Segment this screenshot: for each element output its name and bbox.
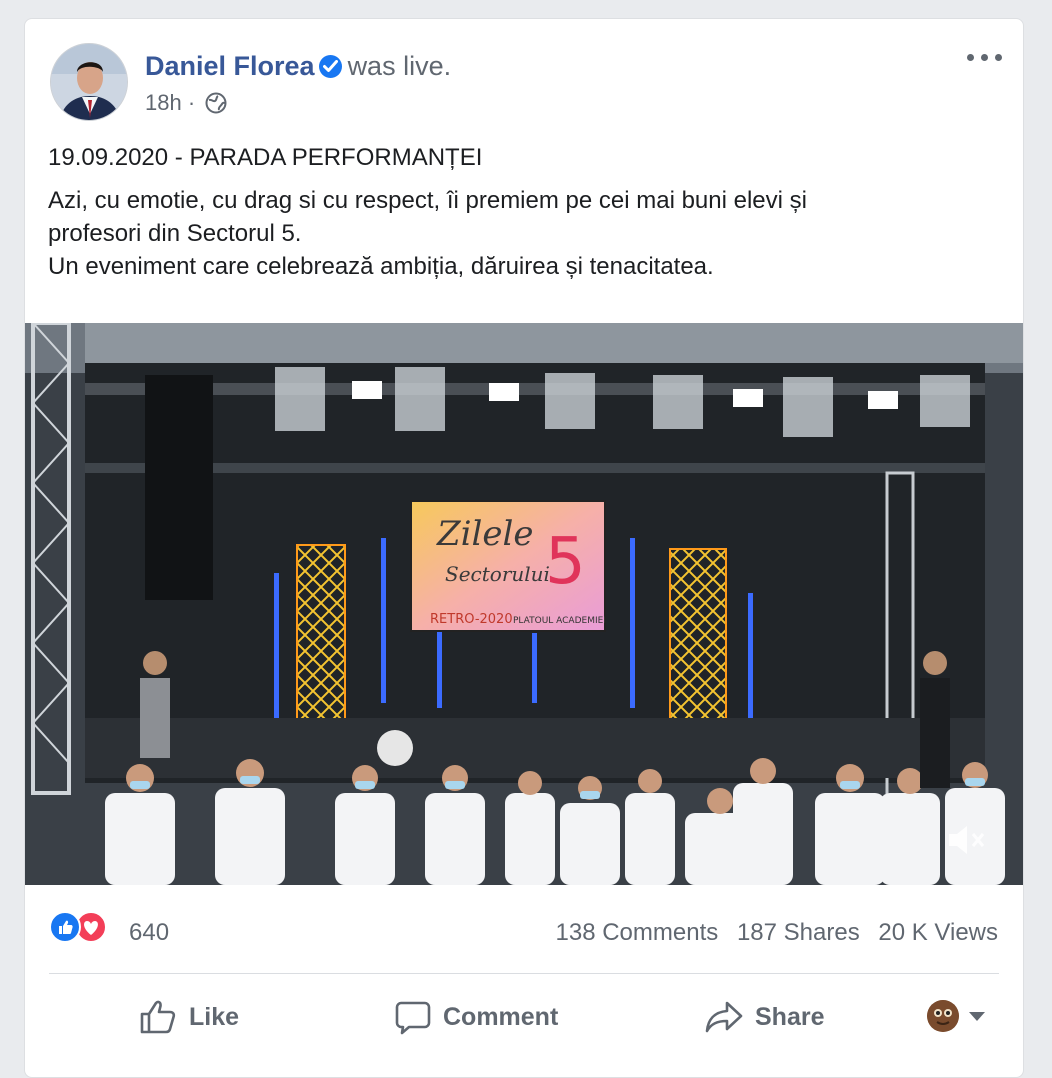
screen-retro: RETRO-2020 bbox=[430, 612, 513, 627]
post-body: Azi, cu emotie, cu drag si cu respect, î… bbox=[48, 184, 998, 283]
post-stats: 640 138 Comments 187 Shares 20 K Views bbox=[25, 885, 1023, 973]
reaction-profile-selector[interactable] bbox=[927, 999, 985, 1033]
post-body-line: profesori din Sectorul 5. bbox=[48, 220, 302, 247]
profile-avatar bbox=[927, 1000, 959, 1032]
post-time[interactable]: 18h bbox=[145, 90, 182, 115]
like-button[interactable]: Like bbox=[139, 997, 239, 1037]
dot bbox=[995, 54, 1002, 61]
video-frame: Zilele Sectorului 5 RETRO-2020 PLATOUL A… bbox=[25, 323, 1023, 885]
shares-count[interactable]: 187 Shares bbox=[737, 919, 860, 946]
author-name[interactable]: Daniel Florea bbox=[145, 51, 315, 81]
divider bbox=[49, 973, 999, 974]
like-reaction-icon bbox=[49, 911, 81, 943]
engagement-counts: 138 Comments 187 Shares 20 K Views bbox=[544, 919, 998, 947]
post-text: 19.09.2020 - PARADA PERFORMANȚEI Azi, cu… bbox=[48, 141, 998, 283]
post-actions: Like Comment Share bbox=[25, 975, 1023, 1055]
screen-subtitle: Sectorului bbox=[445, 562, 550, 586]
author-avatar[interactable] bbox=[50, 43, 128, 121]
views-count[interactable]: 20 K Views bbox=[878, 919, 998, 946]
dot bbox=[967, 54, 974, 61]
post-body-line: Azi, cu emotie, cu drag si cu respect, î… bbox=[48, 187, 807, 214]
share-button[interactable]: Share bbox=[705, 997, 824, 1037]
screen-title: Zilele bbox=[436, 514, 534, 554]
share-label: Share bbox=[755, 1002, 825, 1031]
muted-speaker-icon[interactable] bbox=[945, 822, 985, 863]
comment-icon bbox=[395, 1001, 431, 1035]
meta-separator: · bbox=[187, 90, 196, 115]
comment-label: Comment bbox=[443, 1002, 559, 1031]
live-status: was live. bbox=[347, 51, 452, 81]
live-video-player[interactable]: Zilele Sectorului 5 RETRO-2020 PLATOUL A… bbox=[25, 323, 1023, 885]
chevron-down-icon bbox=[969, 1011, 985, 1021]
post-card: Daniel Florea was live. 18h · 19.09.2020 … bbox=[24, 18, 1024, 1078]
post-header: Daniel Florea was live. 18h · bbox=[25, 19, 1023, 129]
verified-badge-icon bbox=[318, 55, 342, 78]
author-line: Daniel Florea was live. bbox=[145, 50, 451, 82]
screen-number: 5 bbox=[545, 525, 586, 599]
post-body-line: Un eveniment care celebrează ambiția, dă… bbox=[48, 253, 714, 280]
dot bbox=[981, 54, 988, 61]
like-label: Like bbox=[189, 1002, 240, 1031]
comment-button[interactable]: Comment bbox=[395, 997, 558, 1037]
post-meta: 18h · bbox=[145, 90, 227, 120]
post-title: 19.09.2020 - PARADA PERFORMANȚEI bbox=[48, 144, 483, 171]
globe-icon[interactable] bbox=[205, 92, 227, 120]
screen-platou: PLATOUL ACADEMIEI bbox=[513, 616, 606, 626]
comments-count[interactable]: 138 Comments bbox=[556, 919, 719, 946]
reaction-count[interactable]: 640 bbox=[129, 919, 169, 947]
share-arrow-icon bbox=[705, 1001, 743, 1033]
more-options-button[interactable] bbox=[965, 47, 1005, 67]
thumbs-up-icon bbox=[140, 1000, 176, 1034]
